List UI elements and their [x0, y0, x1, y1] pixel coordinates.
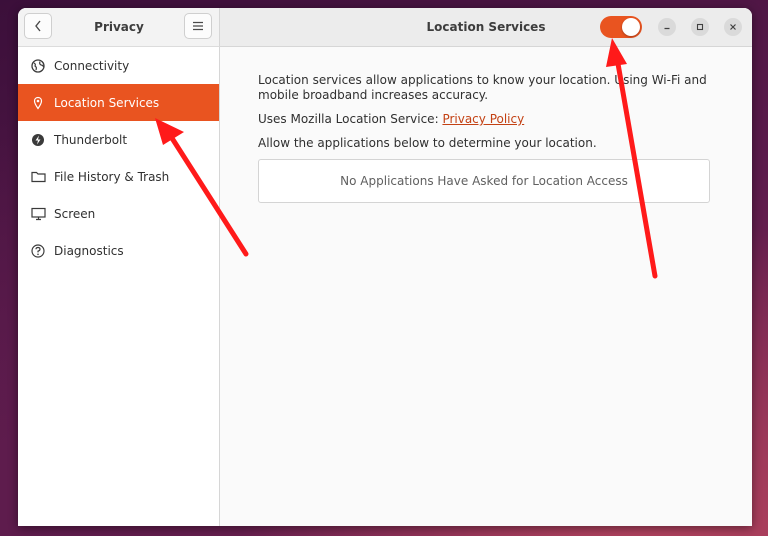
sidebar-item-label: File History & Trash [54, 169, 170, 184]
privacy-policy-link[interactable]: Privacy Policy [442, 112, 524, 126]
question-icon [30, 243, 46, 259]
sidebar-item-label: Thunderbolt [54, 132, 128, 147]
thunderbolt-icon [30, 132, 46, 148]
minimize-icon [664, 27, 670, 30]
settings-window: Privacy Location Services Connectivity L… [18, 8, 752, 526]
minimize-button[interactable] [658, 18, 676, 36]
chevron-left-icon [35, 20, 41, 32]
sidebar-item-label: Connectivity [54, 58, 130, 73]
close-icon [730, 24, 736, 30]
main-content: Location services allow applications to … [220, 47, 752, 526]
applications-list: No Applications Have Asked for Location … [258, 159, 710, 203]
empty-list-message: No Applications Have Asked for Location … [340, 174, 628, 188]
maximize-button[interactable] [691, 18, 709, 36]
allow-apps-text: Allow the applications below to determin… [258, 136, 597, 150]
sidebar-item-thunderbolt[interactable]: Thunderbolt [18, 121, 219, 158]
menu-button[interactable] [184, 13, 212, 39]
sidebar-item-screen[interactable]: Screen [18, 195, 219, 232]
hamburger-menu-icon [193, 21, 203, 31]
monitor-icon [30, 206, 46, 222]
sidebar-item-label: Location Services [54, 95, 160, 110]
sidebar-item-label: Screen [54, 206, 96, 221]
sidebar-title: Privacy [94, 20, 144, 34]
back-button[interactable] [24, 13, 52, 39]
sidebar-header: Privacy [18, 8, 220, 47]
location-pin-icon [30, 95, 46, 111]
sidebar-item-location-services[interactable]: Location Services [18, 84, 219, 121]
sidebar-item-diagnostics[interactable]: Diagnostics [18, 232, 219, 269]
service-prefix: Uses Mozilla Location Service: [258, 112, 443, 126]
sidebar-item-file-history[interactable]: File History & Trash [18, 158, 219, 195]
service-info: Uses Mozilla Location Service: Privacy P… [258, 112, 524, 126]
location-description: Location services allow applications to … [258, 73, 707, 102]
sidebar-item-label: Diagnostics [54, 243, 124, 258]
globe-icon [30, 58, 46, 74]
main-header: Location Services [220, 8, 752, 47]
close-button[interactable] [724, 18, 742, 36]
location-services-toggle[interactable] [600, 16, 642, 38]
folder-icon [30, 169, 46, 185]
maximize-icon [696, 23, 704, 31]
toggle-knob [622, 18, 640, 36]
sidebar-item-connectivity[interactable]: Connectivity [18, 47, 219, 84]
sidebar: Connectivity Location Services Thunderbo… [18, 47, 220, 526]
